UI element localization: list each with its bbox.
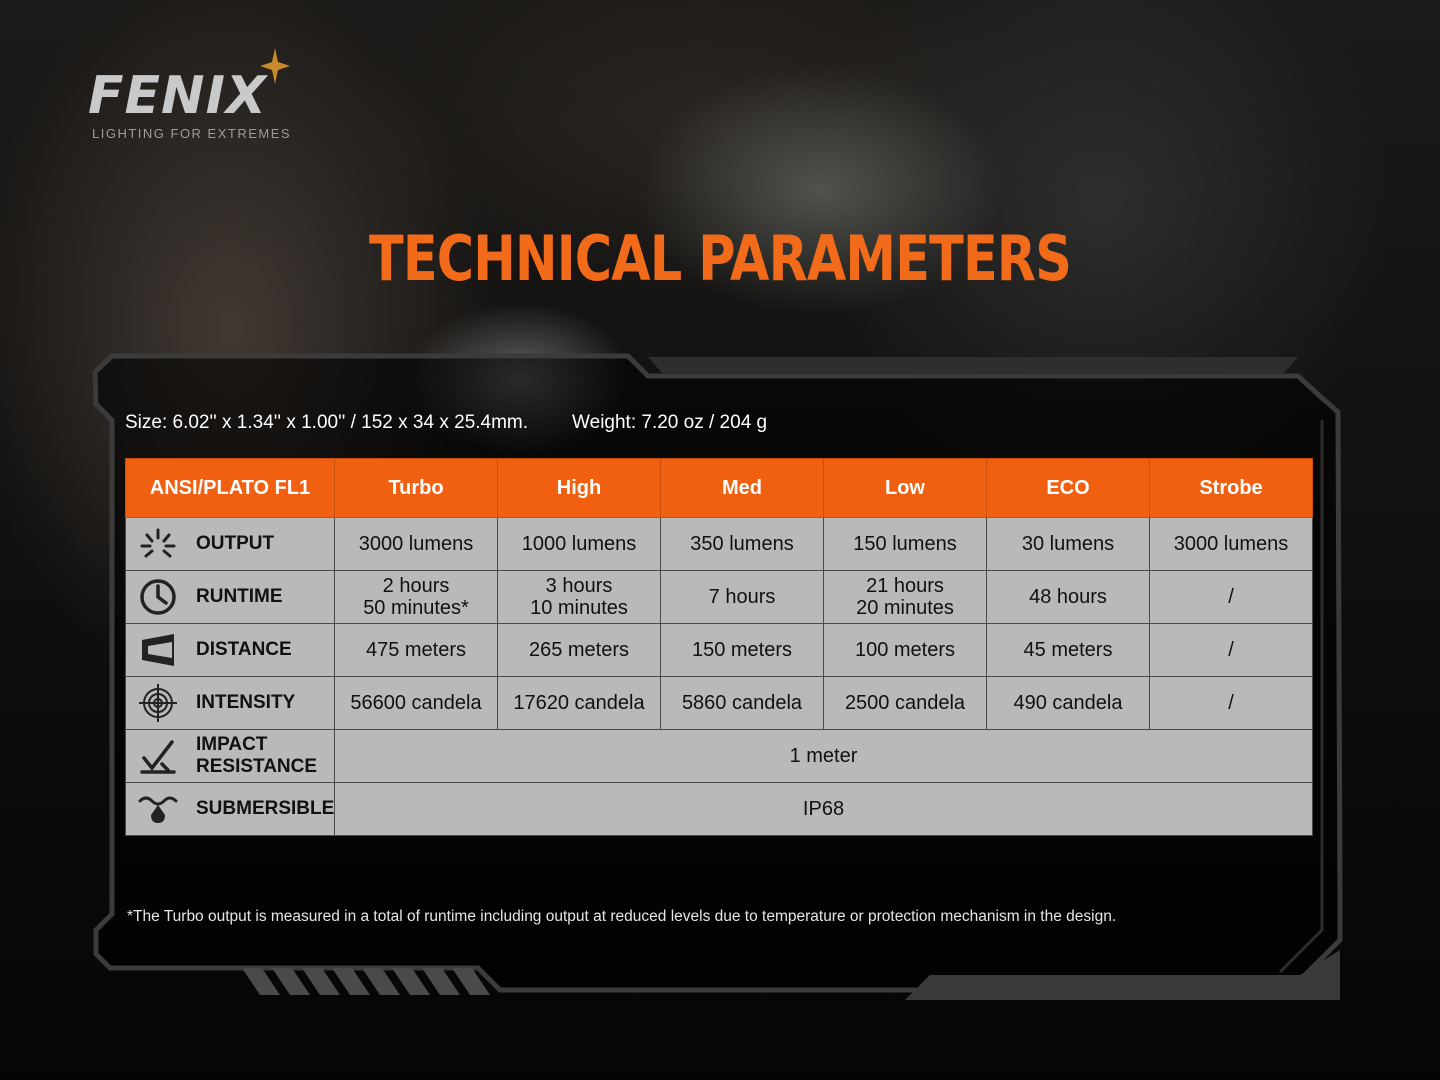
row-label-cell: INTENSITY: [125, 676, 335, 730]
cell-distance-high: 265 meters: [497, 623, 661, 677]
cell-intensity-high: 17620 candela: [497, 676, 661, 730]
header-strobe: Strobe: [1149, 458, 1313, 518]
row-label-cell: OUTPUT: [125, 517, 335, 571]
header-turbo: Turbo: [334, 458, 498, 518]
clock-icon: [138, 577, 178, 617]
cell-intensity-strobe: /: [1149, 676, 1313, 730]
target-icon: [138, 683, 178, 723]
burst-icon: [138, 524, 178, 564]
row-label-output: OUTPUT: [196, 533, 275, 554]
cell-line: 10 minutes: [530, 597, 628, 619]
row-label-runtime: RUNTIME: [196, 586, 283, 607]
row-label-distance: DISTANCE: [196, 639, 292, 660]
header-high: High: [497, 458, 661, 518]
size-weight-line: Size: 6.02'' x 1.34'' x 1.00'' / 152 x 3…: [125, 412, 767, 434]
header-low: Low: [823, 458, 987, 518]
cell-output-strobe: 3000 lumens: [1149, 517, 1313, 571]
cell-line: 20 minutes: [856, 597, 954, 619]
cell-intensity-med: 5860 candela: [660, 676, 824, 730]
impact-icon: [138, 736, 178, 776]
cell-line: 50 minutes*: [363, 597, 469, 619]
row-label-cell: DISTANCE: [125, 623, 335, 677]
row-label-intensity: INTENSITY: [196, 692, 296, 713]
cell-distance-strobe: /: [1149, 623, 1313, 677]
header-med: Med: [660, 458, 824, 518]
size-text: Size: 6.02'' x 1.34'' x 1.00'' / 152 x 3…: [125, 412, 529, 433]
cell-output-low: 150 lumens: [823, 517, 987, 571]
cell-line: 2 hours: [382, 575, 450, 597]
row-runtime: RUNTIME 2 hours 50 minutes* 3 hours 10 min…: [125, 570, 1313, 624]
cell-submersible-value: IP68: [334, 782, 1313, 836]
table-header-row: ANSI/PLATO FL1 Turbo High Med Low ECO St…: [125, 458, 1313, 518]
cell-distance-med: 150 meters: [660, 623, 824, 677]
row-label-cell: RUNTIME: [125, 570, 335, 624]
row-impact: IMPACT RESISTANCE 1 meter: [125, 729, 1313, 783]
weight-text: Weight: 7.20 oz / 204 g: [572, 412, 768, 433]
cell-intensity-eco: 490 candela: [986, 676, 1150, 730]
beam-icon: [138, 630, 178, 670]
header-standard: ANSI/PLATO FL1: [125, 458, 335, 518]
cell-runtime-med: 7 hours: [660, 570, 824, 624]
row-label-impact: IMPACT RESISTANCE: [196, 734, 317, 778]
cell-output-turbo: 3000 lumens: [334, 517, 498, 571]
cell-runtime-turbo: 2 hours 50 minutes*: [334, 570, 498, 624]
row-output: OUTPUT 3000 lumens 1000 lumens 350 lumen…: [125, 517, 1313, 571]
water-drop-icon: [138, 789, 178, 829]
cell-line: 7 hours: [708, 586, 776, 608]
row-label-submersible: SUBMERSIBLE: [196, 798, 335, 819]
row-submersible: SUBMERSIBLE IP68: [125, 782, 1313, 836]
row-label-cell: IMPACT RESISTANCE: [125, 729, 335, 783]
header-eco: ECO: [986, 458, 1150, 518]
label-line: RESISTANCE: [196, 756, 318, 777]
parameters-table: ANSI/PLATO FL1 Turbo High Med Low ECO St…: [125, 458, 1313, 836]
cell-distance-low: 100 meters: [823, 623, 987, 677]
row-distance: DISTANCE 475 meters 265 meters 150 meter…: [125, 623, 1313, 677]
cell-line: 3 hours: [545, 575, 613, 597]
cell-intensity-turbo: 56600 candela: [334, 676, 498, 730]
cell-runtime-low: 21 hours 20 minutes: [823, 570, 987, 624]
cell-runtime-strobe: /: [1149, 570, 1313, 624]
cell-impact-value: 1 meter: [334, 729, 1313, 783]
footnote: *The Turbo output is measured in a total…: [127, 908, 1117, 925]
row-label-cell: SUBMERSIBLE: [125, 782, 335, 836]
row-intensity: INTENSITY 56600 candela 17620 candela 58…: [125, 676, 1313, 730]
cell-output-med: 350 lumens: [660, 517, 824, 571]
cell-intensity-low: 2500 candela: [823, 676, 987, 730]
cell-line: 48 hours: [1029, 586, 1107, 608]
cell-runtime-eco: 48 hours: [986, 570, 1150, 624]
cell-runtime-high: 3 hours 10 minutes: [497, 570, 661, 624]
label-line: IMPACT: [196, 734, 268, 755]
cell-output-high: 1000 lumens: [497, 517, 661, 571]
cell-line: /: [1228, 586, 1234, 608]
cell-output-eco: 30 lumens: [986, 517, 1150, 571]
cell-distance-turbo: 475 meters: [334, 623, 498, 677]
cell-line: 21 hours: [866, 575, 944, 597]
cell-distance-eco: 45 meters: [986, 623, 1150, 677]
